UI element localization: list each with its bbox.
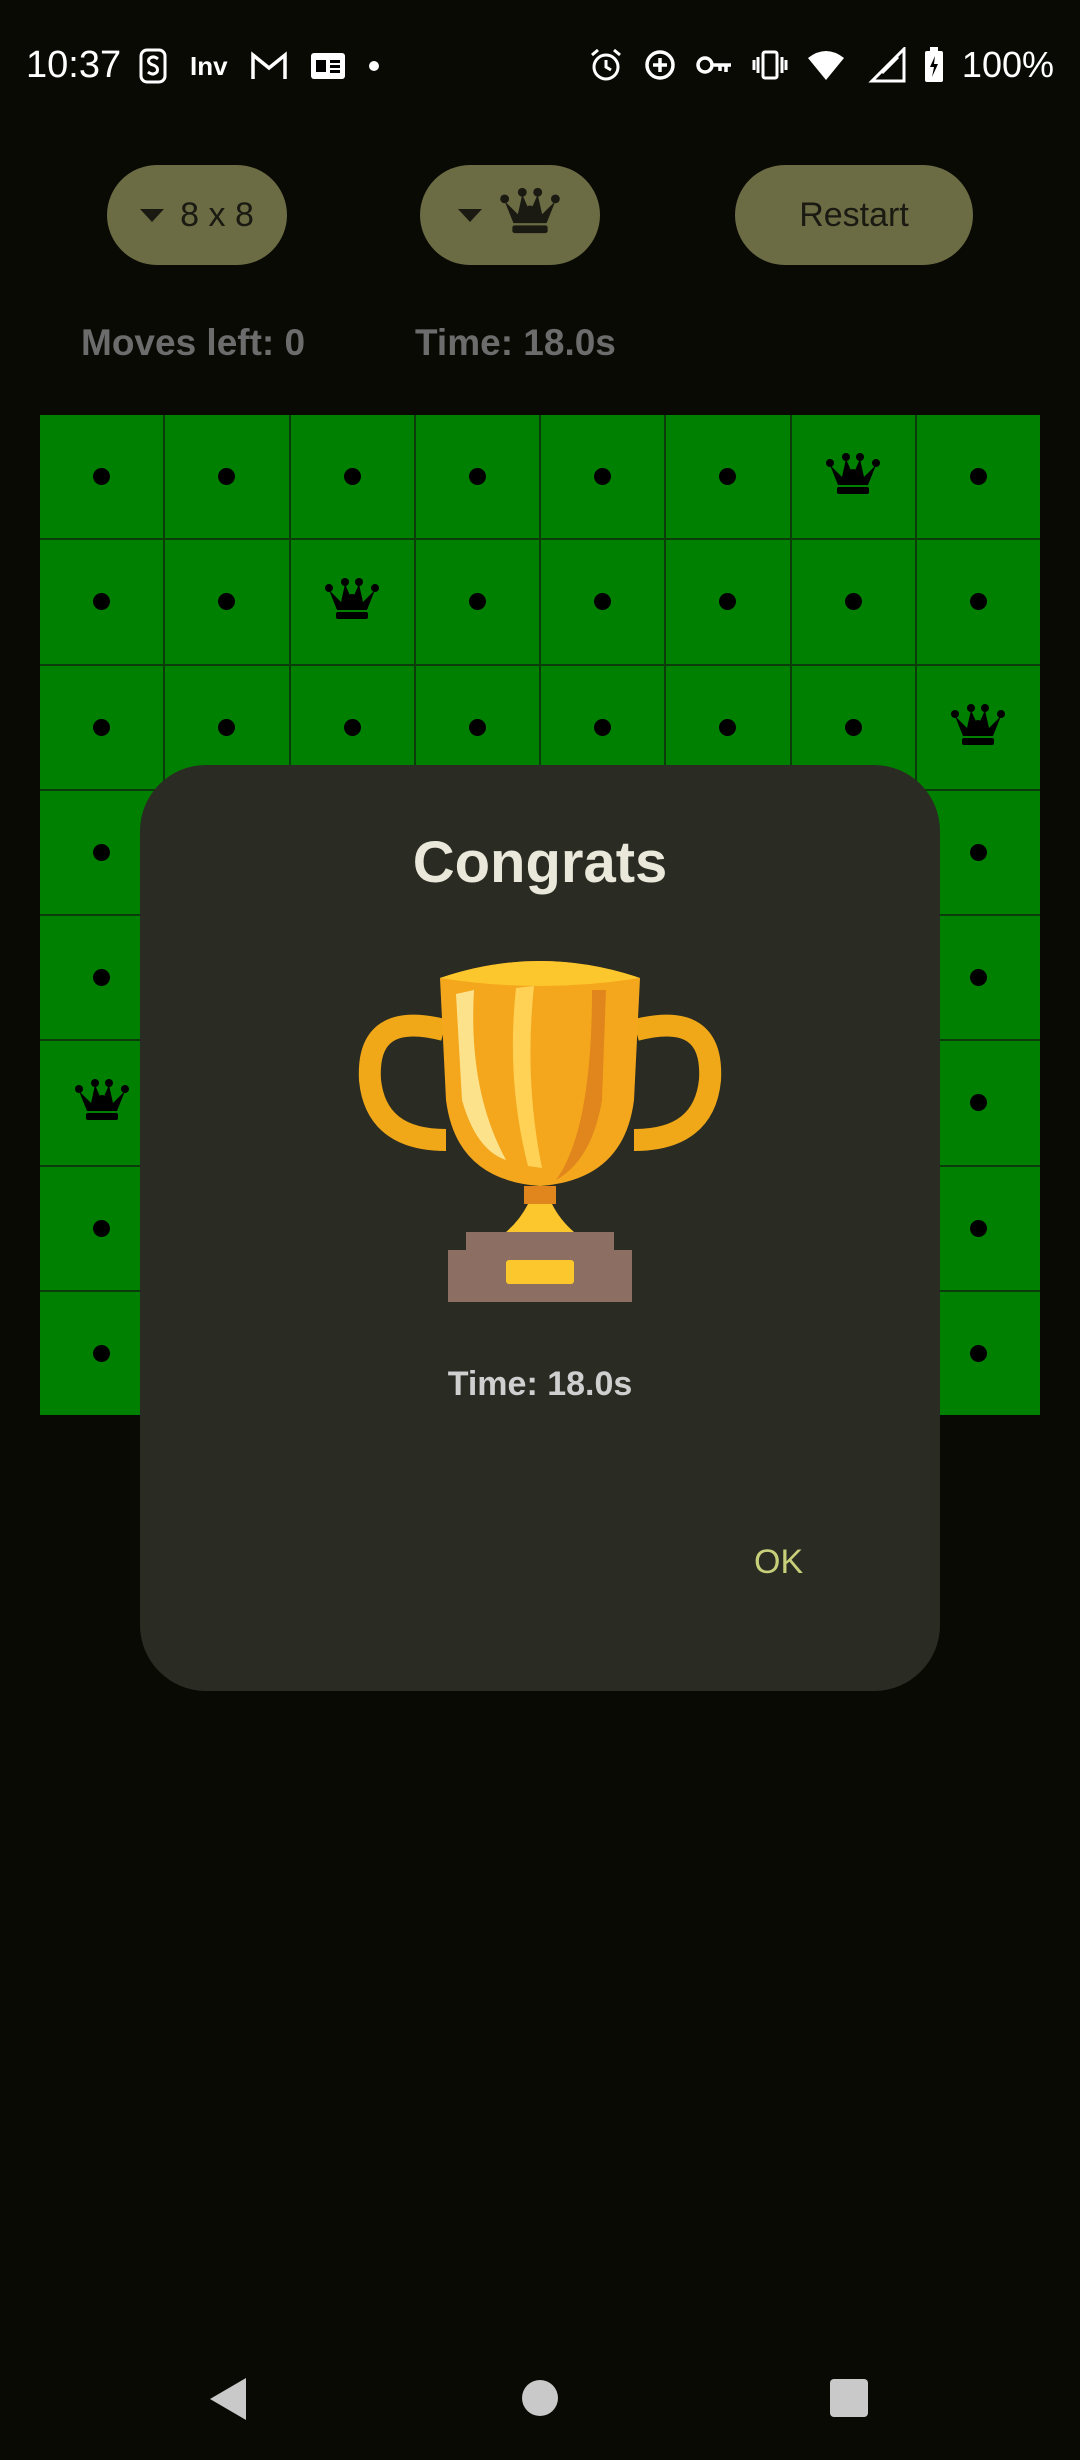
dialog-title: Congrats [412,830,668,895]
board-cell[interactable] [415,540,539,664]
queen-icon [498,183,562,248]
empty-dot [93,969,111,987]
empty-dot [594,593,612,611]
vpn-key-icon [696,53,734,77]
empty-dot [969,843,987,861]
s-app-icon [138,48,168,84]
empty-dot [969,969,987,987]
battery-icon [924,47,944,83]
board-cell[interactable] [165,415,289,539]
empty-dot [719,468,737,486]
empty-dot [468,468,486,486]
empty-dot [844,718,862,736]
board-cell[interactable] [916,415,1040,539]
empty-dot [93,593,111,611]
board-cell[interactable] [791,540,915,664]
ge-app-icon [310,52,346,80]
board-cell[interactable] [290,540,414,664]
queen-icon [73,1077,131,1128]
empty-dot [719,718,737,736]
piece-dropdown[interactable] [420,165,600,265]
empty-dot [93,1344,111,1362]
empty-dot [468,718,486,736]
empty-dot [93,718,111,736]
gmail-icon [250,51,288,81]
board-cell[interactable] [165,540,289,664]
board-cell[interactable] [916,665,1040,789]
empty-dot [468,593,486,611]
queen-icon [824,451,882,502]
empty-dot [719,593,737,611]
queen-icon [323,576,381,627]
empty-dot [969,593,987,611]
back-icon[interactable] [208,2376,248,2427]
empty-dot [93,843,111,861]
alarm-icon [588,47,624,83]
navigation-bar [0,2340,1080,2460]
board-cell[interactable] [916,540,1040,664]
empty-dot [218,718,236,736]
trophy-icon [356,950,724,1310]
empty-dot [594,718,612,736]
board-cell[interactable] [415,415,539,539]
board-cell[interactable] [791,415,915,539]
status-bar: 10:37 Inv 100% [0,0,1080,134]
congrats-dialog: Congrats Time: 18.0s OK [140,765,940,1691]
board-cell[interactable] [666,415,790,539]
queen-icon [949,702,1007,753]
empty-dot [844,593,862,611]
board-cell[interactable] [290,415,414,539]
vibrate-icon [752,49,788,81]
restart-button[interactable]: Restart [735,165,973,265]
data-saver-icon [642,47,678,83]
empty-dot [343,468,361,486]
empty-dot [969,1219,987,1237]
home-icon[interactable] [520,2378,560,2423]
board-cell[interactable] [40,665,164,789]
moves-left-text: Moves left: 0 [81,322,306,363]
board-cell[interactable] [40,415,164,539]
board-cell[interactable] [40,540,164,664]
board-cell[interactable] [541,540,665,664]
board-size-label: 8 x 8 [180,195,254,234]
empty-dot [93,1219,111,1237]
chevron-down-icon [458,208,482,222]
empty-dot [93,468,111,486]
ok-button[interactable]: OK [754,1543,803,1582]
empty-dot [969,1094,987,1112]
restart-label: Restart [799,195,909,234]
empty-dot [594,468,612,486]
board-size-dropdown[interactable]: 8 x 8 [107,165,287,265]
inv-app-icon: Inv [190,50,228,81]
empty-dot [343,718,361,736]
system-icons: 100% [588,44,1054,86]
notification-icons: Inv [138,46,380,86]
wifi-icon [806,49,846,81]
empty-dot [969,1344,987,1362]
empty-dot [218,593,236,611]
chevron-down-icon [140,208,165,222]
dialog-time-text: Time: 18.0s [447,1365,633,1403]
dot-icon [368,60,380,72]
status-time: 10:37 [26,44,122,86]
board-cell[interactable] [541,415,665,539]
empty-dot [218,468,236,486]
battery-percent: 100% [961,44,1054,85]
recents-icon[interactable] [829,2378,869,2423]
board-cell[interactable] [666,540,790,664]
empty-dot [969,468,987,486]
timer-text: Time: 18.0s [415,322,616,363]
signal-icon [864,47,906,83]
